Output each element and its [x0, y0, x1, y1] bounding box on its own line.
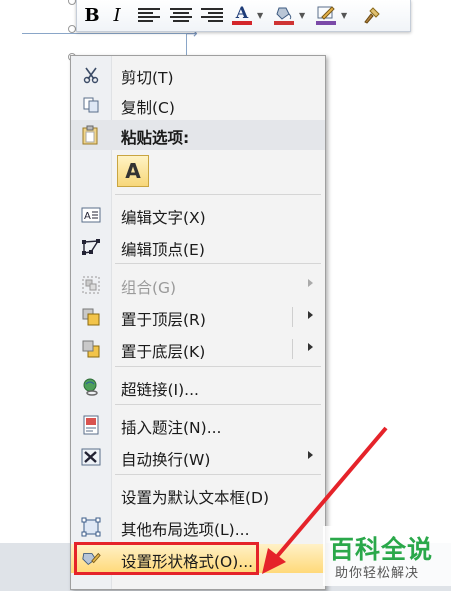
watermark-subtitle: 助你轻松解决	[335, 566, 420, 581]
watermark: 百科全说 助你轻松解决	[323, 526, 451, 586]
watermark-logo: 百科全说	[329, 535, 434, 564]
annotation-arrow-icon	[262, 426, 388, 574]
